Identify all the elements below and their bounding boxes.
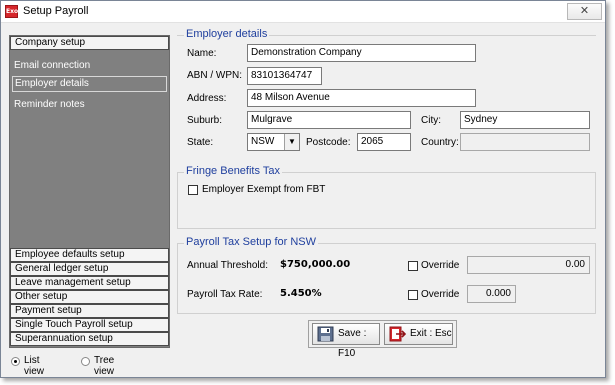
save-button[interactable]: Save : F10 (312, 323, 380, 359)
payroll-tax-group (177, 243, 596, 314)
threshold-override-label: Override (421, 260, 460, 271)
sidebar-section-company-setup[interactable]: Company setup (10, 36, 169, 50)
state-select-value: NSW (251, 136, 275, 147)
sidebar-section-leave-management[interactable]: Leave management setup (10, 276, 169, 290)
exit-door-icon (389, 326, 407, 342)
close-button[interactable]: ✕ (567, 3, 602, 20)
sidebar-section-payment-setup[interactable]: Payment setup (10, 304, 169, 318)
list-view-label: List view (24, 355, 45, 377)
save-button-label: Save : F10 (338, 328, 367, 359)
app-icon: Exo (5, 5, 18, 18)
tree-view-label: Tree view (94, 355, 115, 377)
postcode-field[interactable]: 2065 (357, 133, 411, 151)
save-floppy-icon (317, 326, 334, 342)
fbt-exempt-checkbox[interactable] (188, 185, 198, 195)
exit-button-label: Exit : Esc (410, 328, 452, 339)
sidebar-item-employer-details[interactable]: Employer details (12, 76, 167, 92)
suburb-label: Suburb: (187, 115, 223, 126)
country-label: Country: (421, 137, 459, 148)
sidebar-section-general-ledger[interactable]: General ledger setup (10, 262, 169, 276)
threshold-value: $750,000.00 (280, 259, 351, 270)
rate-override-label: Override (421, 289, 460, 300)
setup-payroll-window: Exo Setup Payroll ✕ Company setup Email … (0, 0, 606, 378)
window-title: Setup Payroll (23, 5, 89, 17)
name-field[interactable]: Demonstration Company (247, 44, 476, 62)
state-label: State: (187, 137, 214, 148)
tree-view-radio[interactable] (81, 357, 90, 366)
employer-details-title: Employer details (184, 28, 270, 40)
threshold-label: Annual Threshold: (187, 260, 268, 271)
country-field[interactable] (460, 133, 590, 151)
threshold-override-field[interactable]: 0.00 (467, 256, 590, 274)
exit-button[interactable]: Exit : Esc (384, 323, 453, 345)
fbt-group (177, 172, 596, 229)
suburb-field[interactable]: Mulgrave (247, 111, 411, 129)
city-field[interactable]: Sydney (460, 111, 590, 129)
postcode-label: Postcode: (306, 137, 351, 148)
rate-override-checkbox[interactable] (408, 290, 418, 300)
fbt-title: Fringe Benefits Tax (184, 165, 282, 177)
sidebar-section-other-setup[interactable]: Other setup (10, 290, 169, 304)
tax-rate-value: 5.450% (280, 288, 322, 299)
address-label: Address: (187, 93, 227, 104)
title-bar: Exo Setup Payroll ✕ (1, 1, 605, 23)
state-select[interactable]: NSW ▼ (247, 133, 300, 151)
list-view-radio[interactable] (11, 357, 20, 366)
abn-field[interactable]: 83101364747 (247, 67, 322, 85)
rate-override-field[interactable]: 0.000 (467, 285, 516, 303)
fbt-exempt-label: Employer Exempt from FBT (202, 184, 326, 195)
address-field[interactable]: 48 Milson Avenue (247, 89, 476, 107)
city-label: City: (421, 115, 441, 126)
tax-rate-label: Payroll Tax Rate: (187, 289, 263, 300)
abn-label: ABN / WPN: (187, 70, 243, 81)
payroll-tax-title: Payroll Tax Setup for NSW (184, 236, 319, 248)
sidebar-section-single-touch-payroll[interactable]: Single Touch Payroll setup (10, 318, 169, 332)
chevron-down-icon[interactable]: ▼ (284, 134, 299, 150)
threshold-override-checkbox[interactable] (408, 261, 418, 271)
name-label: Name: (187, 48, 217, 59)
sidebar-item-email-connection[interactable]: Email connection (14, 60, 90, 71)
sidebar-section-superannuation[interactable]: Superannuation setup (10, 332, 169, 346)
sidebar: Company setup Email connection Employer … (9, 35, 170, 348)
sidebar-section-employee-defaults[interactable]: Employee defaults setup (10, 248, 169, 262)
sidebar-item-reminder-notes[interactable]: Reminder notes (14, 99, 85, 110)
